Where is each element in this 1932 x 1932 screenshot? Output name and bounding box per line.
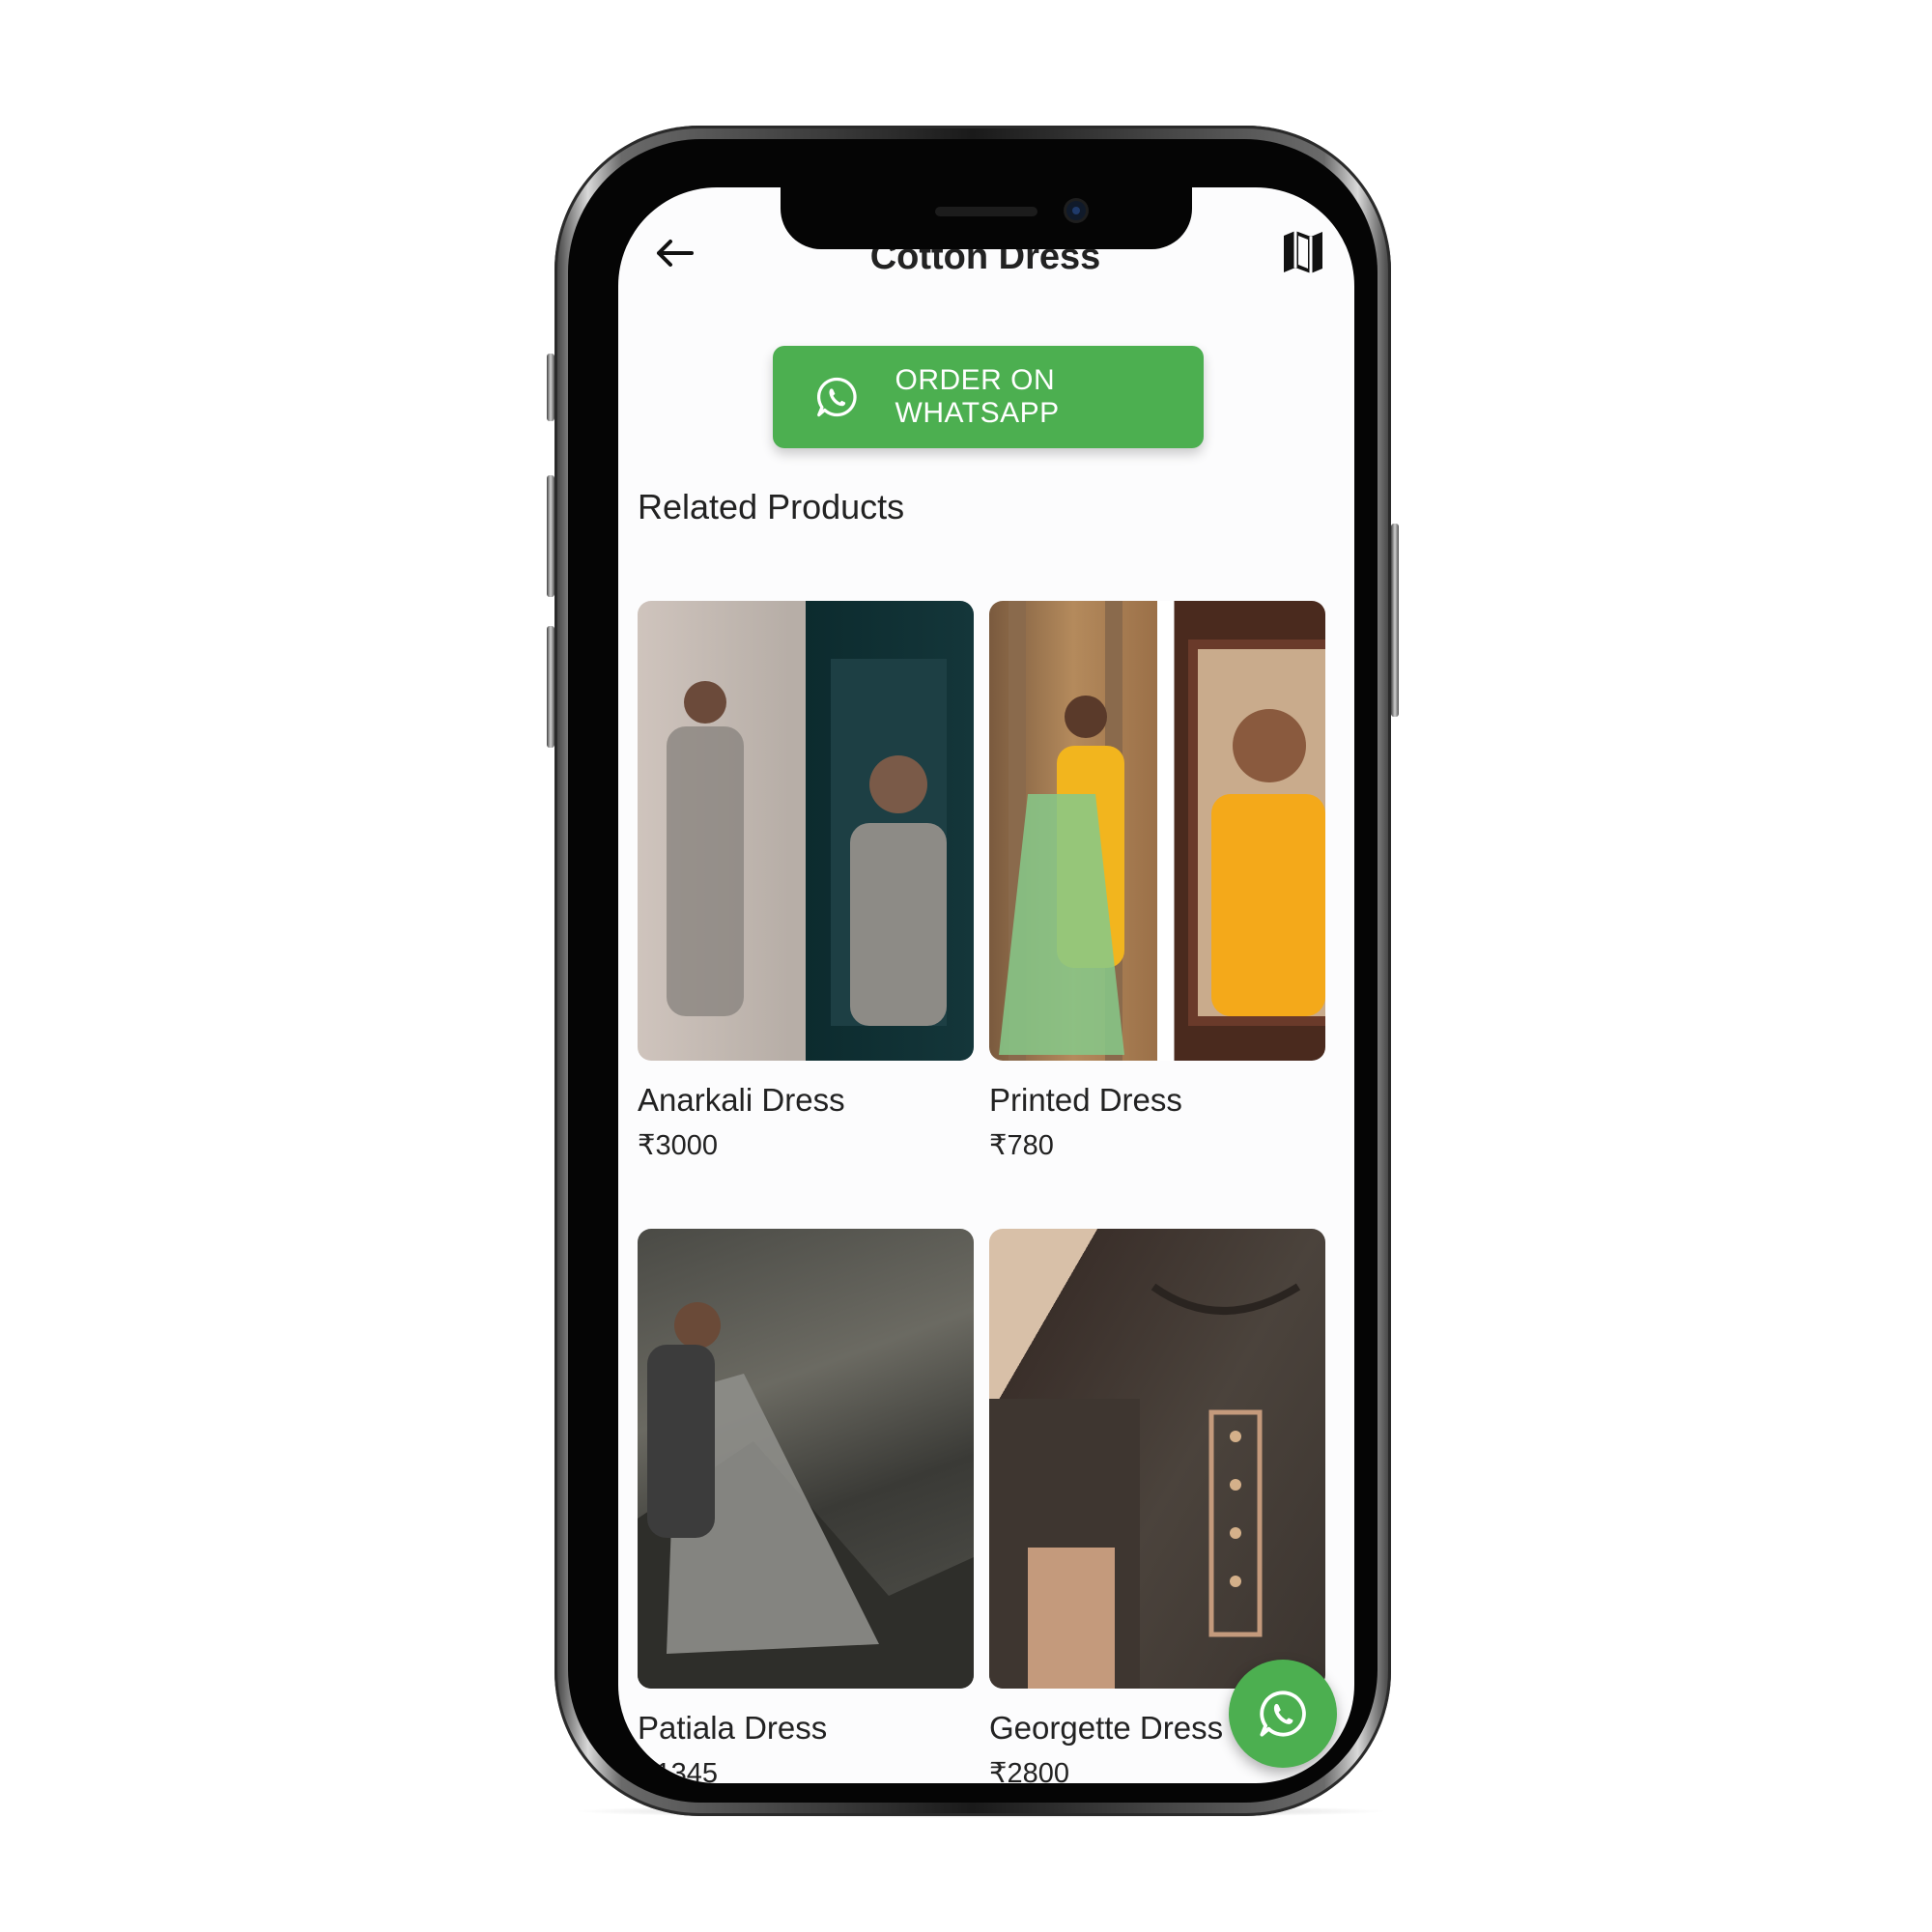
product-price: ₹3000 <box>638 1130 718 1161</box>
camera-icon <box>1066 201 1086 220</box>
product-price: ₹2800 <box>989 1758 1069 1783</box>
whatsapp-fab-button[interactable] <box>1229 1660 1337 1768</box>
phone-side-button <box>1391 524 1399 717</box>
product-image[interactable] <box>638 601 974 1061</box>
order-on-whatsapp-button[interactable]: ORDER ON WHATSAPP <box>773 346 1204 448</box>
order-button-label: ORDER ON WHATSAPP <box>895 364 1060 429</box>
app-screen: Cotton Dress ORDER ON WHATSAPP Related P… <box>618 187 1354 1783</box>
product-card[interactable]: Anarkali Dress ₹3000 <box>638 601 974 1161</box>
phone-side-button <box>547 626 554 748</box>
map-icon[interactable] <box>1281 228 1325 276</box>
product-image[interactable] <box>989 1229 1325 1689</box>
speaker-grill <box>935 207 1037 216</box>
product-name: Georgette Dress <box>989 1710 1224 1746</box>
product-card[interactable]: Patiala Dress ₹1345 <box>638 1229 974 1783</box>
phone-notch <box>781 187 1192 249</box>
product-photo <box>638 1302 974 1689</box>
product-photo <box>667 659 947 1026</box>
arrow-left-icon[interactable] <box>653 234 696 272</box>
phone-frame: Cotton Dress ORDER ON WHATSAPP Related P… <box>547 126 1399 1816</box>
product-card[interactable]: Georgette Dress ₹2800 <box>989 1229 1325 1783</box>
product-name: Anarkali Dress <box>638 1082 845 1118</box>
section-title: Related Products <box>638 487 905 526</box>
product-image[interactable] <box>638 1229 974 1689</box>
product-photo <box>999 601 1325 1061</box>
product-card[interactable]: Printed Dress ₹780 <box>989 601 1325 1161</box>
phone-bezel: Cotton Dress ORDER ON WHATSAPP Related P… <box>568 139 1378 1803</box>
phone-side-button <box>547 354 554 421</box>
phone-side-button <box>547 475 554 597</box>
product-price: ₹780 <box>989 1130 1054 1161</box>
product-name: Patiala Dress <box>638 1710 828 1746</box>
product-image[interactable] <box>989 601 1325 1061</box>
product-price: ₹1345 <box>638 1758 718 1783</box>
product-photo <box>989 1283 1301 1689</box>
whatsapp-icon <box>1260 1690 1306 1737</box>
whatsapp-icon <box>816 377 857 417</box>
product-name: Printed Dress <box>989 1082 1182 1118</box>
